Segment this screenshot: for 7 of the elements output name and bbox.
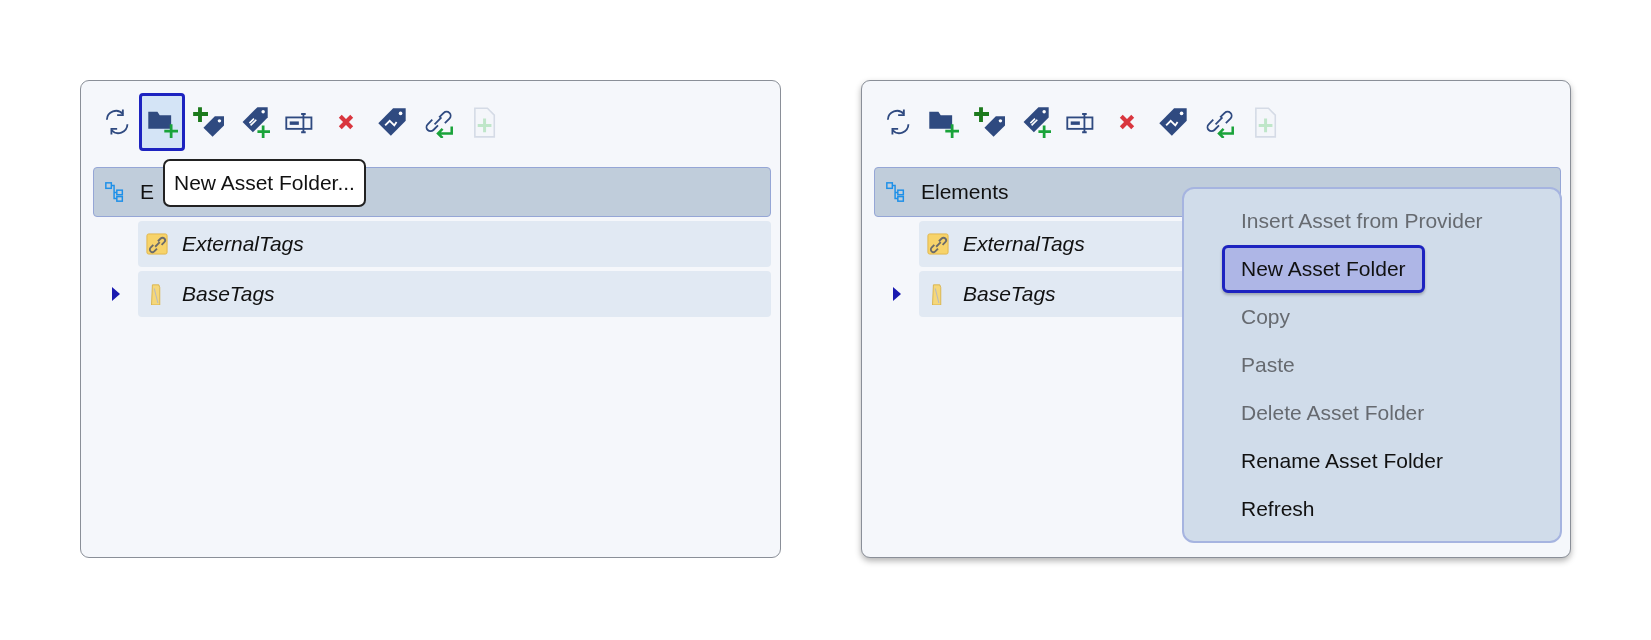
tree-item-label: BaseTags [182,282,275,306]
tree-item-label: E [140,180,154,204]
tree-item-label: ExternalTags [963,232,1085,256]
tree-item-label: ExternalTags [182,232,304,256]
tree-item-label: Elements [921,180,1009,204]
tooltip: New Asset Folder... [163,159,366,207]
tree-item-label: BaseTags [963,282,1056,306]
